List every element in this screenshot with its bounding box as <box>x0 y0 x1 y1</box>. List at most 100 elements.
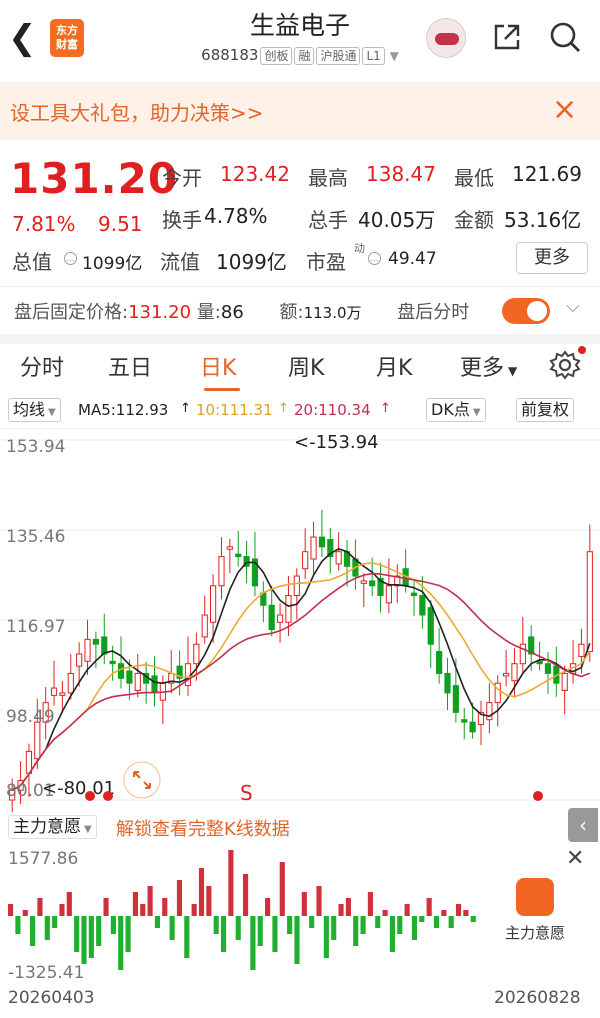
candle <box>201 614 208 638</box>
mcap-value: 1099亿 <box>82 254 143 274</box>
arrow-up-icon: ↑ <box>380 401 391 416</box>
ah-amount: 113.0万 <box>303 304 362 322</box>
current-price: 131.20 <box>10 154 179 203</box>
candle <box>218 556 225 587</box>
close-icon[interactable]: ✕ <box>566 846 584 871</box>
candle <box>310 536 317 560</box>
candle <box>235 553 242 558</box>
adjust-select[interactable]: 前复权 <box>516 398 575 422</box>
share-icon[interactable] <box>490 20 524 54</box>
tab-weekly-k[interactable]: 周K <box>288 350 324 382</box>
main-force-bar <box>382 910 388 916</box>
candle <box>268 604 275 631</box>
search-icon[interactable] <box>546 18 584 56</box>
promo-banner[interactable]: 设工具大礼包，助力决策>> × <box>0 82 600 140</box>
indicator-select[interactable]: 主力意愿 ▼ <box>8 815 97 839</box>
promo-banner-text[interactable]: 设工具大礼包，助力决策>> <box>10 97 264 126</box>
chevron-down-icon[interactable]: ⌵ <box>566 296 580 317</box>
pe-label: 市盈 <box>306 250 346 274</box>
tab-intraday[interactable]: 分时 <box>20 350 64 382</box>
main-force-bar <box>316 886 322 916</box>
tab-underline <box>204 388 240 391</box>
indicator-max-label: 1577.86 <box>8 849 78 869</box>
tab-five-day[interactable]: 五日 <box>108 350 152 382</box>
main-force-bar <box>375 916 381 928</box>
tab-daily-k[interactable]: 日K <box>200 350 236 382</box>
main-force-bar <box>162 898 168 916</box>
candle <box>76 653 83 667</box>
change-amt: 9.51 <box>98 212 143 236</box>
main-force-bar <box>470 916 476 922</box>
tab-more[interactable]: 更多 ▼ <box>460 350 517 382</box>
y-tick-label: 135.46 <box>6 527 65 547</box>
dk-point-select[interactable]: DK点 ▼ <box>426 398 486 422</box>
collapse-icon[interactable]: ‹ <box>568 808 598 842</box>
unlock-link[interactable]: 解锁查看完整K线数据 <box>116 815 290 841</box>
candle <box>226 546 233 550</box>
candle <box>503 672 510 677</box>
close-icon[interactable]: × <box>552 92 577 128</box>
main-force-bar <box>243 874 249 916</box>
main-force-bar <box>360 916 366 934</box>
expand-chart-icon[interactable] <box>123 761 161 799</box>
main-force-bar <box>132 892 138 916</box>
ah-vol-label: 量: <box>196 302 221 323</box>
tab-more-label: 更多 <box>460 356 505 381</box>
tab-monthly-k[interactable]: 月K <box>376 350 412 382</box>
main-force-bar <box>103 898 109 916</box>
float-label: 流值 <box>160 250 200 274</box>
ma-type-label: 均线 <box>13 400 46 419</box>
main-force-bar <box>309 916 315 928</box>
candle <box>101 636 108 655</box>
ah-vol: 86 <box>220 302 244 323</box>
tag-connect: 沪股通 <box>316 47 361 65</box>
candle <box>34 721 41 760</box>
main-force-bar <box>338 904 344 916</box>
main-force-bar <box>220 916 227 952</box>
candle <box>184 663 192 687</box>
main-force-bar <box>301 892 307 916</box>
stock-code: 688183 <box>201 46 259 64</box>
kline-chart[interactable]: 153.94135.46116.9798.4980.01<-153.94<-80… <box>0 428 600 812</box>
amount-value: 53.16亿 <box>504 208 582 232</box>
turnover-label: 换手 <box>162 208 202 232</box>
candle <box>561 672 568 691</box>
info-icon[interactable]: … <box>64 252 77 265</box>
ma-type-select[interactable]: 均线 ▼ <box>8 398 61 422</box>
high-value: 138.47 <box>366 162 436 186</box>
indicator-min-label: -1325.41 <box>8 963 84 982</box>
candle <box>461 719 468 723</box>
gear-icon[interactable] <box>548 348 582 382</box>
main-force-bar <box>8 904 14 916</box>
main-force-bar <box>213 916 219 934</box>
pe-info-icon[interactable]: … <box>368 252 381 265</box>
indicator-bar: 主力意愿 ▼ 解锁查看完整K线数据 <box>0 812 600 840</box>
after-hours-toggle[interactable] <box>502 298 550 324</box>
pe-superscript: 动 <box>354 242 365 255</box>
main-force-bar <box>441 910 447 916</box>
ma20-line <box>11 572 591 791</box>
volume-label: 总手 <box>308 208 348 232</box>
more-button[interactable]: 更多 <box>516 242 588 274</box>
main-force-bar <box>323 916 329 958</box>
main-force-bar <box>228 850 234 916</box>
candle <box>302 551 309 570</box>
main-force-bar <box>110 916 116 934</box>
candle <box>544 663 552 674</box>
avatar[interactable] <box>426 18 466 58</box>
subline-caret-icon[interactable]: ▼ <box>390 49 399 63</box>
caret-down-icon: ▼ <box>84 824 92 835</box>
expand-icon[interactable] <box>516 878 554 916</box>
main-force-bar <box>272 916 278 952</box>
candle <box>410 592 418 597</box>
main-force-bar <box>367 892 373 916</box>
signal-dot <box>85 791 95 801</box>
divider <box>0 286 600 287</box>
main-force-bar <box>294 916 300 964</box>
candle <box>126 670 133 684</box>
candle <box>210 585 217 623</box>
main-force-bar <box>279 862 285 916</box>
main-force-bar <box>118 916 124 970</box>
main-force-bar <box>411 916 418 940</box>
main-force-bar <box>265 898 271 916</box>
